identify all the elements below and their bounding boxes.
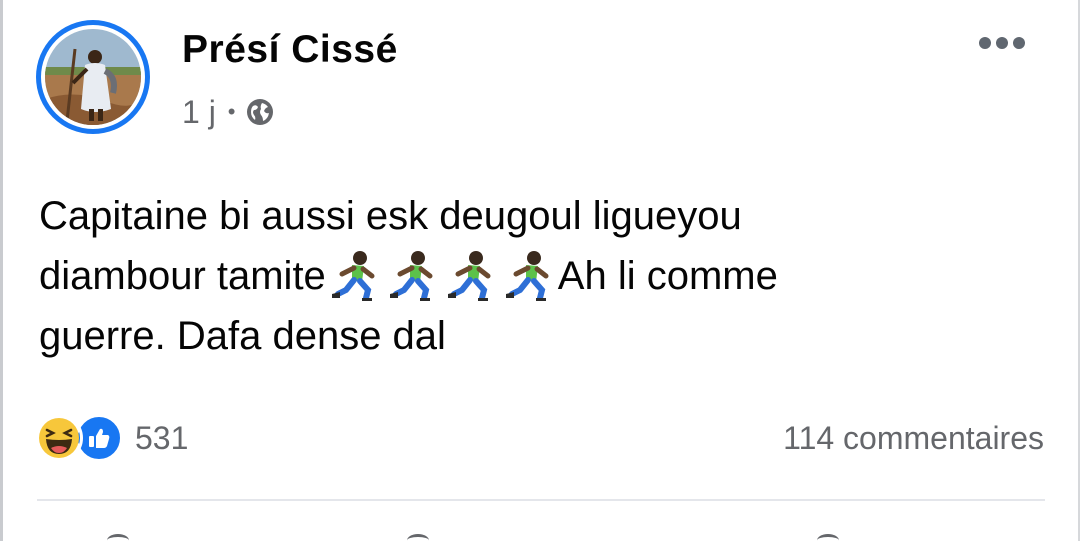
person-running-icon bbox=[447, 251, 491, 301]
more-options-button[interactable] bbox=[972, 26, 1032, 60]
avatar-inner-ring bbox=[41, 25, 145, 129]
post-line-3: guerre. Dafa dense dal bbox=[39, 306, 1019, 366]
like-action-icon[interactable] bbox=[107, 534, 129, 541]
post-text-segment: guerre. Dafa dense dal bbox=[39, 314, 446, 358]
post-action-bar bbox=[37, 530, 1045, 541]
author-avatar[interactable] bbox=[36, 20, 150, 134]
post-time[interactable]: 1 j bbox=[182, 94, 216, 131]
comments-count-link[interactable]: 114 commentaires bbox=[783, 414, 1044, 462]
post-line-2: diambour tamite Ah li comme bbox=[39, 246, 1019, 306]
post-text-segment: Capitaine bi aussi esk deugoul ligueyou bbox=[39, 194, 742, 238]
avatar-image bbox=[45, 29, 141, 125]
window-left-border bbox=[0, 0, 3, 541]
post-meta: 1 j • bbox=[182, 92, 274, 132]
share-action-icon[interactable] bbox=[817, 534, 839, 541]
post-line-1: Capitaine bi aussi esk deugoul ligueyou bbox=[39, 186, 1019, 246]
reactions-summary[interactable]: 531 bbox=[35, 414, 188, 462]
post-text-segment: diambour tamite bbox=[39, 254, 326, 298]
haha-emoji-graphic bbox=[39, 418, 79, 458]
post-body: Capitaine bi aussi esk deugoul ligueyou … bbox=[39, 186, 1019, 366]
more-dot-icon bbox=[996, 37, 1008, 49]
post-text-segment: Ah li comme bbox=[557, 254, 778, 298]
person-running-icon bbox=[389, 251, 433, 301]
avatar-photo bbox=[45, 29, 141, 125]
author-name[interactable]: Présí Cissé bbox=[182, 28, 398, 72]
like-thumb-graphic bbox=[89, 428, 110, 448]
more-dot-icon bbox=[1013, 37, 1025, 49]
person-running-icon bbox=[331, 251, 375, 301]
meta-separator: • bbox=[227, 99, 236, 124]
more-dot-icon bbox=[979, 37, 991, 49]
person-running-icon bbox=[505, 251, 549, 301]
reaction-count: 531 bbox=[135, 419, 189, 456]
haha-emoji-icon bbox=[35, 414, 83, 462]
actions-divider bbox=[37, 499, 1045, 501]
globe-icon[interactable] bbox=[246, 98, 274, 126]
comment-action-icon[interactable] bbox=[407, 534, 429, 541]
